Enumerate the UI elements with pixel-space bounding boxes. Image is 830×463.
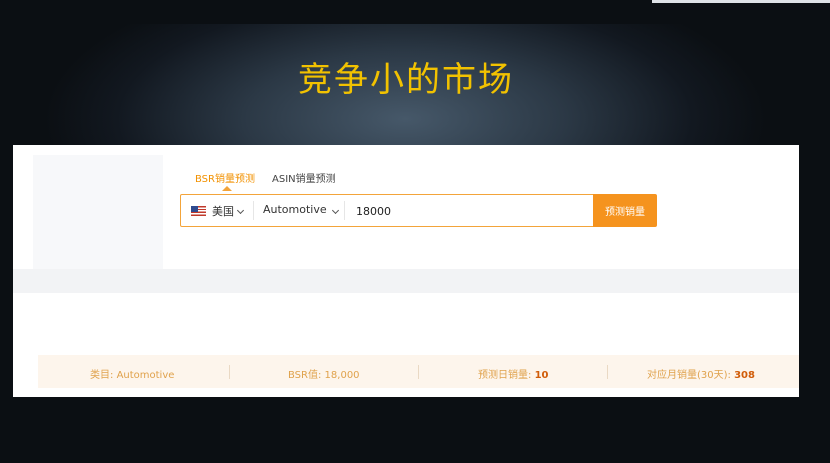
us-flag-icon (191, 206, 206, 216)
category-label: Automotive (263, 203, 327, 216)
country-select[interactable]: 美国 (181, 195, 253, 226)
top-edge-strip (652, 0, 830, 3)
sales-predictor-panel: BSR销量预测 ASIN销量预测 美国 Automotive 预测销量 类目: … (13, 145, 799, 397)
category-select[interactable]: Automotive (254, 195, 344, 226)
chevron-down-icon (236, 206, 245, 215)
prediction-result-bar: 类目: Automotive BSR值: 18,000 预测日销量: 10 对应… (38, 355, 799, 388)
result-category: 类目: Automotive (90, 370, 175, 381)
divider (418, 365, 419, 379)
result-daily-sales: 预测日销量: 10 (478, 370, 549, 381)
result-bsr: BSR值: 18,000 (288, 370, 360, 381)
predict-sales-button[interactable]: 预测销量 (593, 194, 657, 227)
country-label: 美国 (212, 205, 234, 218)
tab-bsr-prediction[interactable]: BSR销量预测 (195, 170, 255, 185)
prediction-search-bar: 美国 Automotive 预测销量 (180, 194, 657, 227)
divider (229, 365, 230, 379)
slide-title: 竞争小的市场 (298, 60, 514, 100)
divider (607, 365, 608, 379)
panel-separator-band (13, 269, 799, 293)
panel-shade (33, 155, 163, 273)
result-monthly-sales: 对应月销量(30天): 308 (647, 370, 755, 381)
active-tab-pointer (222, 186, 232, 191)
bsr-input[interactable] (354, 197, 598, 225)
chevron-down-icon (331, 206, 340, 215)
divider (344, 201, 345, 220)
tab-asin-prediction[interactable]: ASIN销量预测 (272, 170, 336, 185)
